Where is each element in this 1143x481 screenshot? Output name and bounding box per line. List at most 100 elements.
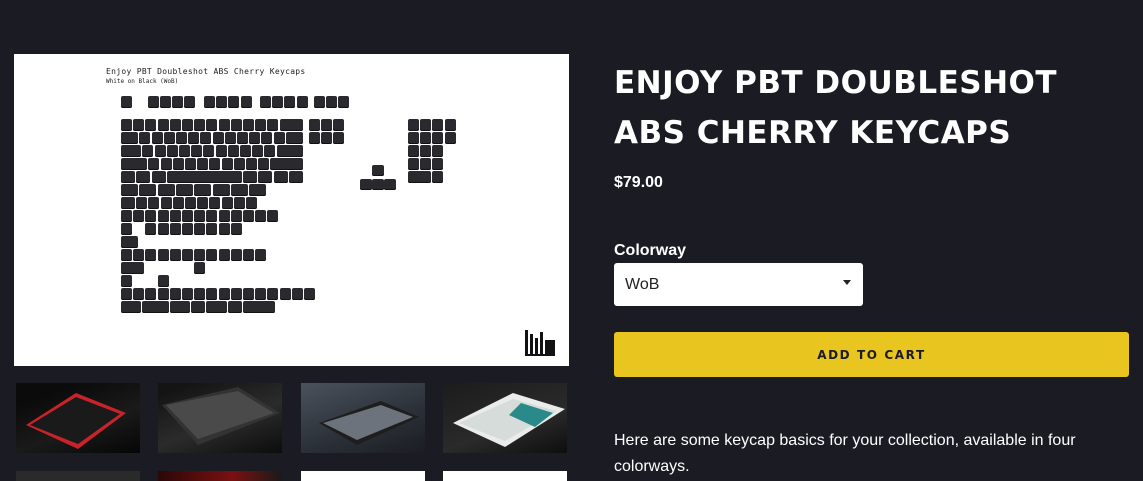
keycap	[194, 184, 212, 196]
thumbnail-1-image	[26, 393, 126, 449]
keycap	[260, 96, 272, 108]
keycap	[157, 184, 175, 196]
thumbnail-6[interactable]	[158, 471, 282, 481]
keycap	[273, 171, 288, 183]
keycap	[145, 288, 157, 300]
keycap	[325, 96, 337, 108]
keycap	[145, 119, 157, 131]
thumbnail-1[interactable]	[16, 383, 140, 453]
keycap	[194, 262, 206, 274]
keycap	[148, 197, 160, 209]
keycap	[172, 197, 184, 209]
keycap	[157, 223, 169, 235]
keycap	[267, 119, 279, 131]
keycap	[206, 301, 227, 313]
add-to-cart-button[interactable]: ADD TO CART	[614, 332, 1129, 377]
keycap	[169, 301, 190, 313]
keycap	[182, 210, 193, 222]
keycap	[121, 184, 139, 196]
keycap	[432, 132, 444, 144]
keycap	[142, 301, 169, 313]
keycap	[291, 288, 303, 300]
keycap	[157, 249, 169, 261]
image-subtitle: White on Black (WoB)	[106, 78, 179, 85]
keycap	[121, 158, 148, 170]
keycap	[133, 288, 145, 300]
keycap	[185, 158, 197, 170]
keycap	[133, 210, 145, 222]
keycap	[121, 249, 132, 261]
keycap	[209, 158, 221, 170]
keycap	[249, 132, 261, 144]
keycap	[151, 132, 163, 144]
keycap	[218, 210, 230, 222]
keycap	[420, 132, 432, 144]
keycap	[194, 288, 206, 300]
keycap	[206, 249, 218, 261]
keycap	[175, 184, 193, 196]
thumbnail-3[interactable]	[301, 383, 425, 453]
keycap	[172, 158, 184, 170]
keycap	[121, 223, 132, 235]
keycap	[321, 132, 333, 144]
thumbnail-7[interactable]	[301, 471, 425, 481]
thumbnail-4[interactable]	[443, 383, 567, 453]
keycap	[160, 197, 172, 209]
keycap	[185, 197, 197, 209]
keycap	[121, 145, 142, 157]
keycap	[145, 223, 157, 235]
keycap	[230, 184, 248, 196]
keycap	[151, 171, 166, 183]
keycap	[121, 288, 132, 300]
keycap	[206, 288, 218, 300]
keycap	[215, 145, 227, 157]
thumbnail-2[interactable]	[158, 383, 282, 453]
keycap	[279, 288, 291, 300]
keycap	[243, 119, 254, 131]
keycap	[175, 132, 187, 144]
keycap	[148, 158, 160, 170]
keycap	[267, 210, 279, 222]
keycap	[230, 210, 242, 222]
keycap	[121, 171, 136, 183]
thumbnail-5[interactable]	[16, 471, 140, 481]
keycap	[228, 96, 240, 108]
keycap	[444, 119, 456, 131]
colorway-selected-value: WoB	[625, 275, 660, 293]
keycap	[252, 145, 264, 157]
keycap	[169, 223, 181, 235]
keycap	[212, 184, 230, 196]
keycap	[372, 165, 384, 176]
keycap	[313, 96, 325, 108]
keycap	[255, 288, 267, 300]
keycap	[142, 145, 154, 157]
keycap	[258, 158, 270, 170]
keycap	[239, 145, 251, 157]
keycap	[230, 119, 242, 131]
keycap	[160, 158, 172, 170]
colorway-select[interactable]: WoB	[614, 263, 863, 306]
keycap	[157, 210, 169, 222]
keycap	[255, 210, 267, 222]
keycap	[209, 197, 221, 209]
keycap	[206, 210, 218, 222]
keycap	[304, 288, 315, 300]
keycap	[333, 132, 345, 144]
keycap	[163, 132, 175, 144]
keycap	[243, 210, 254, 222]
keycap	[200, 132, 212, 144]
main-product-image[interactable]: Enjoy PBT Doubleshot ABS Cherry Keycaps …	[14, 54, 569, 366]
keycap	[338, 96, 350, 108]
keycap	[169, 249, 181, 261]
keycap	[227, 145, 239, 157]
thumbnail-8[interactable]	[443, 471, 567, 481]
keycap	[296, 96, 308, 108]
keycap	[216, 96, 228, 108]
keycap	[246, 158, 258, 170]
keycap	[121, 132, 139, 144]
product-title: ENJOY PBT DOUBLESHOT ABS CHERRY KEYCAPS	[614, 65, 1058, 151]
keycap	[221, 197, 233, 209]
keycap	[276, 145, 303, 157]
chevron-down-icon	[843, 280, 851, 285]
keycap	[432, 171, 444, 183]
